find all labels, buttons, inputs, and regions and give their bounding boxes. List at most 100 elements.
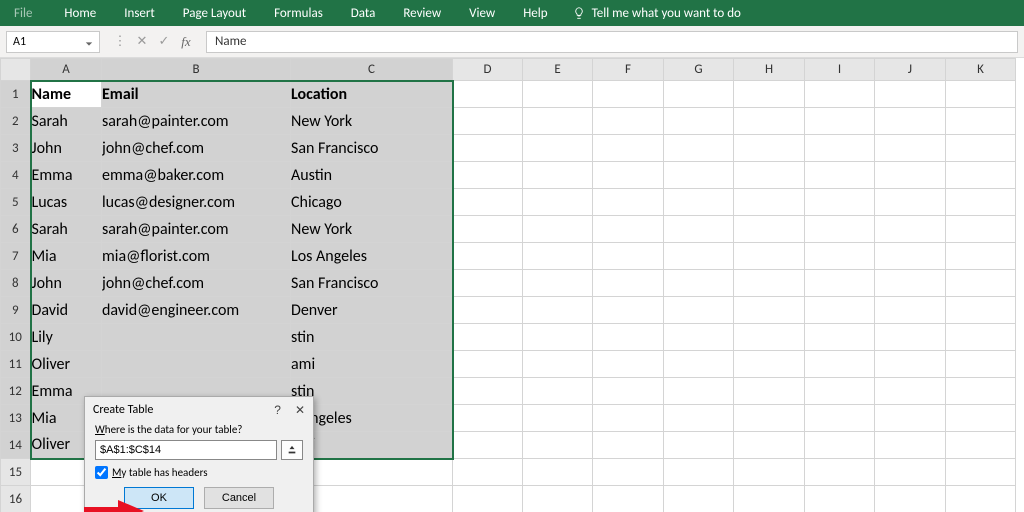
cell[interactable] <box>593 378 664 405</box>
cell[interactable] <box>593 297 664 324</box>
cell[interactable] <box>875 378 946 405</box>
cancel-button[interactable]: Cancel <box>204 487 274 509</box>
cell[interactable]: david@engineer.com <box>102 297 291 324</box>
cell[interactable] <box>523 405 593 432</box>
cell[interactable] <box>734 351 805 378</box>
cell[interactable] <box>946 81 1016 108</box>
cell[interactable] <box>875 81 946 108</box>
cell[interactable] <box>734 432 805 459</box>
cell[interactable] <box>664 81 734 108</box>
cell[interactable] <box>805 108 875 135</box>
cell[interactable] <box>875 243 946 270</box>
cell[interactable] <box>593 324 664 351</box>
column-header[interactable]: K <box>946 59 1016 81</box>
cell[interactable]: s Angeles <box>291 405 453 432</box>
row-header[interactable]: 1 <box>1 81 31 108</box>
cell[interactable] <box>523 351 593 378</box>
formula-input[interactable]: Name <box>206 31 1018 53</box>
cell[interactable]: San Francisco <box>291 135 453 162</box>
cell[interactable] <box>664 432 734 459</box>
cell[interactable]: John <box>31 270 102 297</box>
cell[interactable] <box>875 459 946 486</box>
cell[interactable] <box>805 351 875 378</box>
cell[interactable]: David <box>31 297 102 324</box>
cell[interactable]: New York <box>291 108 453 135</box>
cell[interactable] <box>523 270 593 297</box>
cell[interactable] <box>453 459 523 486</box>
cell[interactable] <box>805 486 875 512</box>
cell[interactable] <box>523 216 593 243</box>
cell[interactable]: Sarah <box>31 216 102 243</box>
cell[interactable]: Oliver <box>31 351 102 378</box>
cell[interactable] <box>453 189 523 216</box>
cell[interactable] <box>593 405 664 432</box>
cell[interactable] <box>734 378 805 405</box>
cell[interactable]: Lily <box>31 324 102 351</box>
column-header[interactable]: I <box>805 59 875 81</box>
cell[interactable] <box>523 378 593 405</box>
cell[interactable]: ami <box>291 351 453 378</box>
cell[interactable] <box>805 216 875 243</box>
ribbon-tab-insert[interactable]: Insert <box>110 0 169 26</box>
row-header[interactable]: 5 <box>1 189 31 216</box>
cell[interactable] <box>734 324 805 351</box>
cell[interactable] <box>805 405 875 432</box>
select-all-corner[interactable] <box>1 59 31 81</box>
cell[interactable] <box>593 459 664 486</box>
cell[interactable] <box>664 378 734 405</box>
cell[interactable]: john@chef.com <box>102 270 291 297</box>
cell[interactable] <box>734 459 805 486</box>
cell[interactable] <box>875 162 946 189</box>
cell[interactable] <box>664 324 734 351</box>
cell[interactable] <box>523 108 593 135</box>
cell[interactable] <box>946 351 1016 378</box>
cell[interactable] <box>664 486 734 512</box>
cell[interactable] <box>946 108 1016 135</box>
cell[interactable] <box>523 486 593 512</box>
row-header[interactable]: 12 <box>1 378 31 405</box>
cell[interactable] <box>734 189 805 216</box>
cell[interactable] <box>946 135 1016 162</box>
cell[interactable] <box>593 270 664 297</box>
column-header[interactable]: H <box>734 59 805 81</box>
cell[interactable] <box>946 243 1016 270</box>
cell[interactable] <box>875 486 946 512</box>
cell[interactable] <box>523 324 593 351</box>
cell[interactable] <box>805 243 875 270</box>
cell[interactable] <box>664 459 734 486</box>
cancel-x-icon[interactable]: ✕ <box>134 34 150 50</box>
cell[interactable] <box>875 135 946 162</box>
cell[interactable] <box>734 486 805 512</box>
cell[interactable] <box>664 297 734 324</box>
cell[interactable] <box>734 297 805 324</box>
name-box[interactable]: A1 <box>6 31 100 53</box>
cell[interactable]: john@chef.com <box>102 135 291 162</box>
column-header[interactable]: G <box>664 59 734 81</box>
cell[interactable]: sarah@painter.com <box>102 216 291 243</box>
cell[interactable] <box>875 270 946 297</box>
cell[interactable] <box>875 108 946 135</box>
cell[interactable]: stin <box>291 324 453 351</box>
cell[interactable] <box>453 486 523 512</box>
cell[interactable] <box>875 189 946 216</box>
ribbon-tab-formulas[interactable]: Formulas <box>260 0 337 26</box>
cell[interactable]: Name <box>31 81 102 108</box>
cell[interactable] <box>664 351 734 378</box>
cell[interactable] <box>453 162 523 189</box>
cell[interactable]: Los Angeles <box>291 243 453 270</box>
cell[interactable] <box>734 243 805 270</box>
cell[interactable] <box>523 135 593 162</box>
cell[interactable] <box>453 108 523 135</box>
cell[interactable]: mia@florist.com <box>102 243 291 270</box>
cell[interactable]: Email <box>102 81 291 108</box>
cell[interactable] <box>734 81 805 108</box>
cell[interactable] <box>523 162 593 189</box>
cell[interactable] <box>453 351 523 378</box>
cell[interactable] <box>593 108 664 135</box>
row-header[interactable]: 7 <box>1 243 31 270</box>
collapse-dialog-button[interactable] <box>281 440 303 460</box>
cell[interactable] <box>453 405 523 432</box>
cell[interactable] <box>664 216 734 243</box>
cell[interactable] <box>946 189 1016 216</box>
cell[interactable] <box>593 351 664 378</box>
